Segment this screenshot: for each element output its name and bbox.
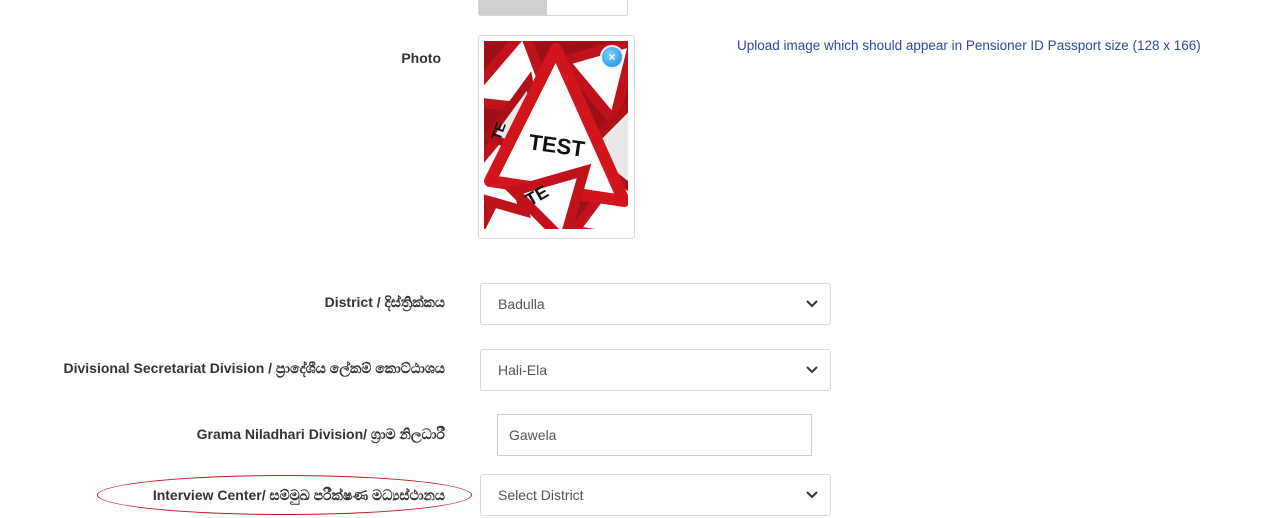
district-select[interactable]: Badulla	[480, 283, 831, 325]
chevron-down-icon	[806, 300, 818, 308]
photo-image: TEST TE TE	[484, 41, 628, 229]
district-value: Badulla	[498, 296, 545, 312]
photo-preview[interactable]: TEST TE TE ×	[478, 35, 635, 239]
upload-help-text: Upload image which should appear in Pens…	[737, 38, 1201, 53]
interview-center-select[interactable]: Select District	[480, 474, 831, 516]
district-label: District / දිස්ත්‍රික්කය	[324, 294, 445, 310]
highlight-ellipse	[97, 475, 472, 515]
photo-label: Photo	[401, 50, 441, 66]
ds-division-label: Divisional Secretariat Division / ප්‍රාද…	[63, 360, 446, 376]
progress-bar	[479, 0, 547, 15]
ds-division-select[interactable]: Hali-Ela	[480, 349, 831, 391]
gn-division-label: Grama Niladhari Division/ ග්‍රාම නිලධාරී	[196, 426, 445, 442]
previous-field-input[interactable]	[478, 0, 628, 16]
gn-division-value: Gawela	[509, 427, 557, 443]
chevron-down-icon	[806, 366, 818, 374]
interview-center-value: Select District	[498, 487, 584, 503]
close-circle-icon[interactable]: ×	[600, 45, 624, 69]
ds-division-value: Hali-Ela	[498, 362, 548, 378]
gn-division-input[interactable]: Gawela	[497, 414, 812, 456]
chevron-down-icon	[806, 491, 818, 499]
